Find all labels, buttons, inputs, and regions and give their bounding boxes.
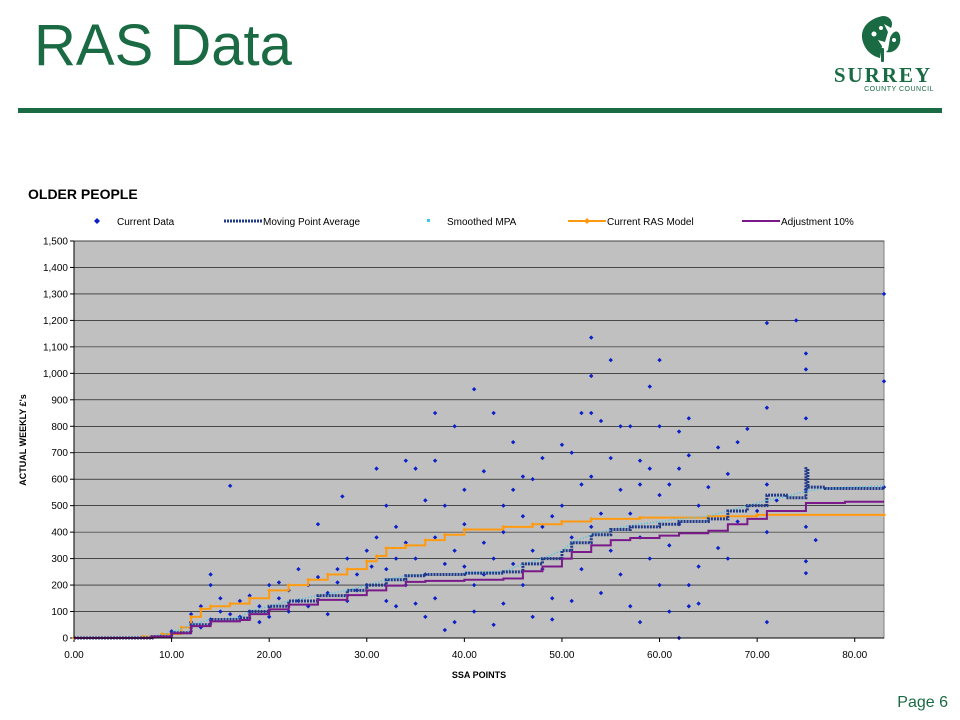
y-tick-label: 400 bbox=[51, 528, 68, 539]
legend-marker-current-data bbox=[94, 218, 100, 224]
y-tick-label: 1,400 bbox=[43, 263, 68, 274]
y-tick-label: 900 bbox=[51, 395, 68, 406]
legend-label-smoothed-mpa: Smoothed MPA bbox=[447, 217, 517, 228]
legend-item-current-data: Current Data bbox=[94, 217, 175, 228]
page-number: Page 6 bbox=[897, 694, 948, 711]
y-tick-label: 100 bbox=[51, 607, 68, 618]
legend-item-moving-point-average: Moving Point Average bbox=[224, 217, 361, 228]
y-tick-label: 700 bbox=[51, 448, 68, 459]
x-tick-label: 10.00 bbox=[159, 650, 184, 661]
y-tick-label: 1,200 bbox=[43, 316, 68, 327]
legend-item-smoothed-mpa: Smoothed MPA bbox=[427, 217, 517, 228]
x-tick-label: 70.00 bbox=[745, 650, 770, 661]
chart: OLDER PEOPLE Current Data Moving Point A… bbox=[18, 186, 887, 680]
legend: Current Data Moving Point Average Smooth… bbox=[94, 217, 854, 228]
legend-label-current-data: Current Data bbox=[117, 217, 175, 228]
x-tick-label: 30.00 bbox=[354, 650, 379, 661]
y-tick-label: 600 bbox=[51, 475, 68, 486]
legend-item-current-ras-model: Current RAS Model bbox=[568, 217, 694, 228]
legend-label-adjustment: Adjustment 10% bbox=[781, 217, 854, 228]
y-tick-label: 500 bbox=[51, 501, 68, 512]
y-tick-label: 800 bbox=[51, 422, 68, 433]
y-axis-label: ACTUAL WEEKLY £'s bbox=[18, 394, 28, 486]
y-tick-label: 200 bbox=[51, 581, 68, 592]
y-tick-label: 1,100 bbox=[43, 342, 68, 353]
legend-label-moving-point-average: Moving Point Average bbox=[263, 217, 361, 228]
x-tick-label: 60.00 bbox=[647, 650, 672, 661]
y-tick-label: 0 bbox=[62, 634, 68, 645]
y-tick-label: 1,000 bbox=[43, 369, 68, 380]
x-tick-label: 20.00 bbox=[257, 650, 282, 661]
y-axis-ticks: 0 100 200 300 400 500 600 700 800 900 1,000 1,100 1,… bbox=[43, 237, 74, 645]
legend-marker-smoothed-mpa bbox=[427, 219, 430, 222]
legend-marker-current-ras-model bbox=[584, 218, 590, 224]
x-axis-ticks: 0.00 10.00 20.00 30.00 40.00 50.00 60.00 70.00 8… bbox=[64, 638, 868, 661]
plot-area bbox=[73, 240, 885, 639]
x-tick-label: 40.00 bbox=[452, 650, 477, 661]
x-axis-label: SSA POINTS bbox=[452, 670, 506, 680]
y-tick-label: 1,500 bbox=[43, 237, 68, 248]
y-tick-label: 300 bbox=[51, 554, 68, 565]
chart-title: OLDER PEOPLE bbox=[28, 186, 138, 202]
x-tick-label: 50.00 bbox=[549, 650, 574, 661]
y-tick-label: 1,300 bbox=[43, 289, 68, 300]
legend-item-adjustment: Adjustment 10% bbox=[742, 217, 854, 228]
x-tick-label: 80.00 bbox=[842, 650, 867, 661]
x-tick-label: 0.00 bbox=[64, 650, 84, 661]
legend-label-current-ras-model: Current RAS Model bbox=[607, 217, 694, 228]
